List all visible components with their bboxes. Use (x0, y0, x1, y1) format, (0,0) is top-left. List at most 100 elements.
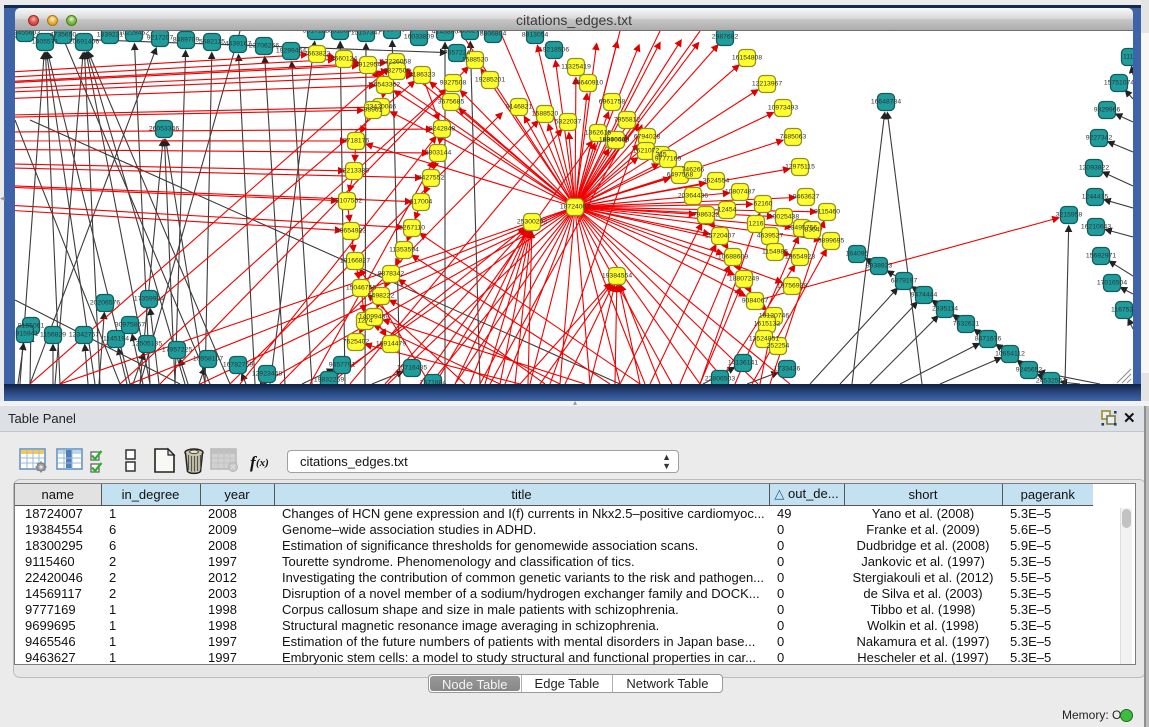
svg-text:20691406: 20691406 (69, 39, 99, 46)
svg-text:12093822: 12093822 (1079, 165, 1109, 172)
svg-text:2066449: 2066449 (379, 31, 406, 34)
svg-text:12923448: 12923448 (252, 371, 282, 378)
svg-text:617004: 617004 (410, 199, 433, 206)
svg-text:16648784: 16648784 (871, 99, 901, 106)
svg-text:19384554: 19384554 (602, 273, 632, 280)
svg-text:8186323: 8186323 (409, 72, 436, 79)
svg-text:16914479: 16914479 (376, 341, 406, 348)
svg-text:22806503: 22806503 (705, 376, 735, 383)
svg-text:98961: 98961 (364, 107, 383, 114)
svg-text:(x): (x) (256, 457, 269, 469)
svg-text:9474444: 9474444 (911, 292, 938, 299)
svg-text:7485063: 7485063 (780, 134, 807, 141)
svg-text:19832259: 19832259 (314, 377, 344, 384)
svg-text:9084067: 9084067 (742, 298, 769, 305)
svg-text:8427552: 8427552 (418, 175, 445, 182)
svg-text:18807249: 18807249 (729, 276, 759, 283)
svg-text:3915941: 3915941 (15, 331, 38, 338)
svg-text:12213389: 12213389 (339, 168, 369, 175)
svg-text:7986322: 7986322 (693, 212, 720, 219)
svg-text:11325419: 11325419 (561, 64, 591, 71)
svg-text:19299464: 19299464 (276, 48, 306, 55)
svg-text:4143890: 4143890 (432, 31, 459, 36)
svg-text:2935114: 2935114 (932, 306, 958, 313)
svg-text:19654923: 19654923 (785, 254, 815, 261)
svg-text:7671884: 7671884 (420, 380, 447, 385)
svg-text:26053346: 26053346 (149, 126, 179, 133)
svg-text:16782759: 16782759 (223, 362, 253, 369)
svg-text:1145194: 1145194 (103, 336, 129, 343)
svg-text:13226058: 13226058 (381, 59, 411, 66)
svg-text:10228452: 10228452 (119, 31, 149, 37)
svg-text:9242848: 9242848 (429, 126, 456, 133)
svg-text:8912954: 8912954 (355, 62, 382, 69)
svg-text:4639527: 4639527 (757, 233, 784, 240)
svg-text:14136141: 14136141 (728, 360, 758, 367)
svg-text:16210643: 16210643 (1081, 224, 1111, 231)
svg-text:9329966: 9329966 (1094, 107, 1121, 114)
svg-text:10807487: 10807487 (725, 189, 755, 196)
svg-text:7357224: 7357224 (444, 50, 471, 57)
svg-text:10973493: 10973493 (768, 105, 798, 112)
svg-text:252254: 252254 (767, 343, 790, 350)
svg-text:1615132: 1615132 (754, 321, 781, 328)
svg-text:5322037: 5322037 (555, 119, 582, 126)
svg-text:1733426: 1733426 (774, 366, 801, 373)
svg-text:1156829: 1156829 (40, 332, 66, 339)
svg-text:1117: 1117 (1123, 54, 1133, 61)
svg-text:9463627: 9463627 (793, 194, 820, 201)
svg-text:3215958: 3215958 (1056, 212, 1083, 219)
svg-text:9327508: 9327508 (440, 80, 467, 87)
svg-text:6794028: 6794028 (634, 134, 661, 141)
svg-text:16543362: 16543362 (370, 82, 400, 89)
svg-text:30975867: 30975867 (115, 322, 145, 329)
svg-text:8878342: 8878342 (378, 271, 405, 278)
svg-text:6899695: 6899695 (818, 238, 845, 245)
svg-text:12454: 12454 (718, 207, 737, 214)
svg-text:9327506: 9327506 (384, 68, 411, 75)
svg-text:9245652: 9245652 (1016, 367, 1043, 374)
svg-text:17359924: 17359924 (134, 296, 164, 303)
svg-text:12213967: 12213967 (752, 81, 782, 88)
svg-text:15716485: 15716485 (397, 365, 427, 372)
svg-text:15751074: 15751074 (1104, 80, 1133, 87)
svg-text:19285201: 19285201 (475, 77, 505, 84)
svg-text:18724007: 18724007 (560, 204, 590, 211)
svg-text:25300293: 25300293 (517, 219, 547, 226)
svg-text:9115460: 9115460 (814, 209, 840, 216)
svg-text:16120746: 16120746 (759, 313, 789, 320)
svg-text:16033809: 16033809 (404, 34, 434, 41)
svg-text:3675685: 3675685 (438, 99, 465, 106)
svg-text:10025438: 10025438 (769, 214, 799, 221)
svg-text:8813054: 8813054 (522, 32, 549, 39)
svg-text:7625402: 7625402 (343, 339, 370, 346)
svg-text:24532561: 24532561 (1036, 378, 1066, 385)
svg-text:12342757: 12342757 (69, 332, 99, 339)
svg-text:2718176: 2718176 (343, 138, 370, 145)
svg-text:3624554: 3624554 (703, 178, 730, 185)
svg-text:9227342: 9227342 (1086, 135, 1113, 142)
svg-text:7955812: 7955812 (614, 117, 641, 124)
svg-text:6961758: 6961758 (599, 99, 626, 106)
svg-text:7663822: 7663822 (304, 51, 331, 58)
svg-text:19756928: 19756928 (777, 283, 807, 290)
svg-text:8489709: 8489709 (173, 37, 200, 44)
svg-text:8806804: 8806804 (480, 31, 507, 38)
svg-text:14099489: 14099489 (359, 314, 389, 321)
svg-text:15720407: 15720407 (705, 233, 735, 240)
svg-text:9146821: 9146821 (506, 104, 533, 111)
svg-text:8938923: 8938923 (866, 263, 893, 270)
svg-text:23706266: 23706266 (249, 43, 279, 50)
svg-text:15157347: 15157347 (351, 31, 381, 37)
svg-text:22455603: 22455603 (15, 31, 40, 37)
svg-text:3267110: 3267110 (399, 225, 425, 232)
svg-text:16154808: 16154808 (732, 55, 762, 62)
svg-text:20206576: 20206576 (90, 300, 120, 307)
svg-text:4439167: 4439167 (225, 41, 252, 48)
svg-text:2803144: 2803144 (425, 150, 452, 157)
svg-text:164095: 164095 (846, 251, 869, 258)
svg-text:2987682: 2987682 (712, 34, 739, 41)
svg-text:17957225: 17957225 (162, 347, 192, 354)
svg-text:1216: 1216 (748, 221, 763, 228)
svg-text:1362615: 1362615 (585, 130, 612, 137)
